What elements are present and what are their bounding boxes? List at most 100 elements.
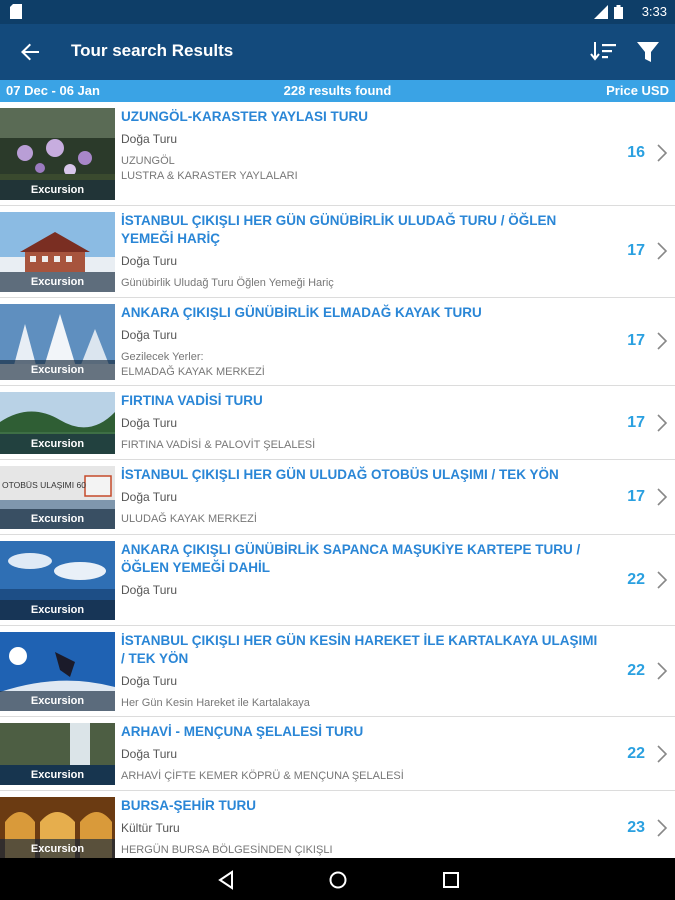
tour-title[interactable]: FIRTINA VADİSİ TURU	[121, 392, 601, 410]
results-count: 228 results found	[283, 83, 392, 98]
excursion-badge: Excursion	[0, 691, 115, 711]
tour-price: 22	[627, 662, 645, 679]
chevron-right-icon[interactable]	[655, 144, 669, 162]
tour-subtitle: Her Gün Kesin Hareket ile Kartalakaya	[121, 697, 310, 709]
tour-info: ANKARA ÇIKIŞLI GÜNÜBİRLİK SAPANCA MAŞUKİ…	[121, 541, 601, 597]
tour-list-item[interactable]: Excursion BURSA-ŞEHİR TURU Kültür Turu H…	[0, 791, 675, 858]
chevron-right-icon[interactable]	[655, 662, 669, 680]
tour-price: 17	[627, 488, 645, 505]
tour-list-item[interactable]: Excursion ANKARA ÇIKIŞLI GÜNÜBİRLİK ELMA…	[0, 298, 675, 386]
tour-price: 22	[627, 745, 645, 762]
tour-title[interactable]: BURSA-ŞEHİR TURU	[121, 797, 601, 815]
tour-list-item[interactable]: Excursion FIRTINA VADİSİ TURU Doğa Turu …	[0, 386, 675, 460]
tour-thumbnail: Excursion	[0, 541, 115, 620]
tour-info: İSTANBUL ÇIKIŞLI HER GÜN GÜNÜBİRLİK ULUD…	[121, 212, 601, 291]
tour-thumbnail: OTOBÜS ULAŞIMI 60 Excursion	[0, 466, 115, 529]
tour-subtitle: ULUDAĞ KAYAK MERKEZİ	[121, 513, 257, 525]
tour-subtitle: HERGÜN BURSA BÖLGESİNDEN ÇIKIŞLI	[121, 844, 333, 856]
tour-results-list: Excursion UZUNGÖL-KARASTER YAYLASI TURU …	[0, 102, 675, 858]
tour-list-item[interactable]: Excursion İSTANBUL ÇIKIŞLI HER GÜN GÜNÜB…	[0, 206, 675, 298]
tour-info: İSTANBUL ÇIKIŞLI HER GÜN ULUDAĞ OTOBÜS U…	[121, 466, 601, 527]
chevron-right-icon[interactable]	[655, 571, 669, 589]
tour-info: ARHAVİ - MENÇUNA ŞELALESİ TURU Doğa Turu…	[121, 723, 601, 784]
excursion-badge: Excursion	[0, 272, 115, 292]
thumbnail-caption: OTOBÜS ULAŞIMI 60	[2, 480, 86, 490]
tour-title[interactable]: İSTANBUL ÇIKIŞLI HER GÜN GÜNÜBİRLİK ULUD…	[121, 212, 601, 248]
tour-type: Doğa Turu	[121, 254, 178, 268]
tour-list-item[interactable]: Excursion İSTANBUL ÇIKIŞLI HER GÜN KESİN…	[0, 626, 675, 717]
results-info-bar: 07 Dec - 06 Jan 228 results found Price …	[0, 80, 675, 102]
tour-title[interactable]: İSTANBUL ÇIKIŞLI HER GÜN KESİN HAREKET İ…	[121, 632, 601, 668]
tour-title[interactable]: ANKARA ÇIKIŞLI GÜNÜBİRLİK ELMADAĞ KAYAK …	[121, 304, 601, 322]
chevron-right-icon[interactable]	[655, 745, 669, 763]
tour-title[interactable]: ANKARA ÇIKIŞLI GÜNÜBİRLİK SAPANCA MAŞUKİ…	[121, 541, 601, 577]
tour-price: 17	[627, 332, 645, 349]
tour-list-item[interactable]: Excursion UZUNGÖL-KARASTER YAYLASI TURU …	[0, 102, 675, 206]
tour-price: 17	[627, 414, 645, 431]
tour-subtitle: Gezilecek Yerler: ELMADAĞ KAYAK MERKEZİ	[121, 351, 265, 378]
tour-type: Doğa Turu	[121, 674, 178, 688]
tour-title[interactable]: UZUNGÖL-KARASTER YAYLASI TURU	[121, 108, 601, 126]
tour-price: 22	[627, 571, 645, 588]
tour-thumbnail: Excursion	[0, 797, 115, 858]
tour-thumbnail: Excursion	[0, 723, 115, 785]
tour-info: UZUNGÖL-KARASTER YAYLASI TURU Doğa Turu …	[121, 108, 601, 184]
excursion-badge: Excursion	[0, 509, 115, 529]
tour-subtitle: Günübirlik Uludağ Turu Öğlen Yemeği Hari…	[121, 277, 334, 289]
tour-type: Doğa Turu	[121, 328, 178, 342]
tour-type: Kültür Turu	[121, 821, 180, 835]
signal-icon	[594, 5, 608, 19]
status-time: 3:33	[641, 4, 667, 19]
excursion-badge: Excursion	[0, 765, 115, 785]
nav-home-icon[interactable]	[327, 869, 349, 891]
tour-info: FIRTINA VADİSİ TURU Doğa Turu FIRTINA VA…	[121, 392, 601, 453]
tour-thumbnail: Excursion	[0, 392, 115, 454]
chevron-right-icon[interactable]	[655, 488, 669, 506]
system-navigation-bar	[0, 858, 675, 900]
tour-list-item[interactable]: Excursion ANKARA ÇIKIŞLI GÜNÜBİRLİK SAPA…	[0, 535, 675, 626]
tour-info: ANKARA ÇIKIŞLI GÜNÜBİRLİK ELMADAĞ KAYAK …	[121, 304, 601, 380]
tour-list-item[interactable]: Excursion ARHAVİ - MENÇUNA ŞELALESİ TURU…	[0, 717, 675, 791]
nav-recents-icon[interactable]	[440, 869, 462, 891]
chevron-right-icon[interactable]	[655, 414, 669, 432]
sort-icon[interactable]	[589, 38, 619, 66]
nav-back-icon[interactable]	[215, 869, 237, 891]
tour-list-item[interactable]: OTOBÜS ULAŞIMI 60 Excursion İSTANBUL ÇIK…	[0, 460, 675, 535]
filter-icon[interactable]	[634, 38, 662, 66]
tour-price: 17	[627, 242, 645, 259]
excursion-badge: Excursion	[0, 434, 115, 454]
excursion-badge: Excursion	[0, 180, 115, 200]
tour-type: Doğa Turu	[121, 132, 178, 146]
tour-title[interactable]: ARHAVİ - MENÇUNA ŞELALESİ TURU	[121, 723, 601, 741]
chevron-right-icon[interactable]	[655, 332, 669, 350]
price-currency-label[interactable]: Price USD	[606, 83, 669, 98]
tour-info: BURSA-ŞEHİR TURU Kültür Turu HERGÜN BURS…	[121, 797, 601, 858]
app-bar: Tour search Results	[0, 24, 675, 80]
tour-price: 23	[627, 819, 645, 836]
tour-info: İSTANBUL ÇIKIŞLI HER GÜN KESİN HAREKET İ…	[121, 632, 601, 711]
tour-subtitle: FIRTINA VADİSİ & PALOVİT ŞELALESİ	[121, 439, 316, 451]
tour-thumbnail: Excursion	[0, 212, 115, 292]
chevron-right-icon[interactable]	[655, 819, 669, 837]
tour-subtitle: ARHAVİ ÇİFTE KEMER KÖPRÜ & MENÇUNA ŞELAL…	[121, 770, 404, 782]
tour-thumbnail: Excursion	[0, 632, 115, 711]
chevron-right-icon[interactable]	[655, 242, 669, 260]
tour-subtitle: UZUNGÖL LUSTRA & KARASTER YAYLALARI	[121, 155, 298, 182]
excursion-badge: Excursion	[0, 600, 115, 620]
sd-card-icon	[10, 4, 22, 19]
tour-type: Doğa Turu	[121, 747, 178, 761]
page-title: Tour search Results	[71, 41, 234, 60]
excursion-badge: Excursion	[0, 360, 115, 380]
tour-type: Doğa Turu	[121, 416, 178, 430]
tour-type: Doğa Turu	[121, 583, 178, 597]
tour-type: Doğa Turu	[121, 490, 178, 504]
battery-icon	[614, 5, 623, 19]
tour-price: 16	[627, 144, 645, 161]
excursion-badge: Excursion	[0, 839, 115, 858]
status-bar: 3:33	[0, 0, 675, 24]
tour-title[interactable]: İSTANBUL ÇIKIŞLI HER GÜN ULUDAĞ OTOBÜS U…	[121, 466, 601, 484]
tour-thumbnail: Excursion	[0, 108, 115, 200]
status-icons	[594, 5, 623, 19]
tour-thumbnail: Excursion	[0, 304, 115, 380]
back-arrow-icon[interactable]	[16, 38, 44, 66]
